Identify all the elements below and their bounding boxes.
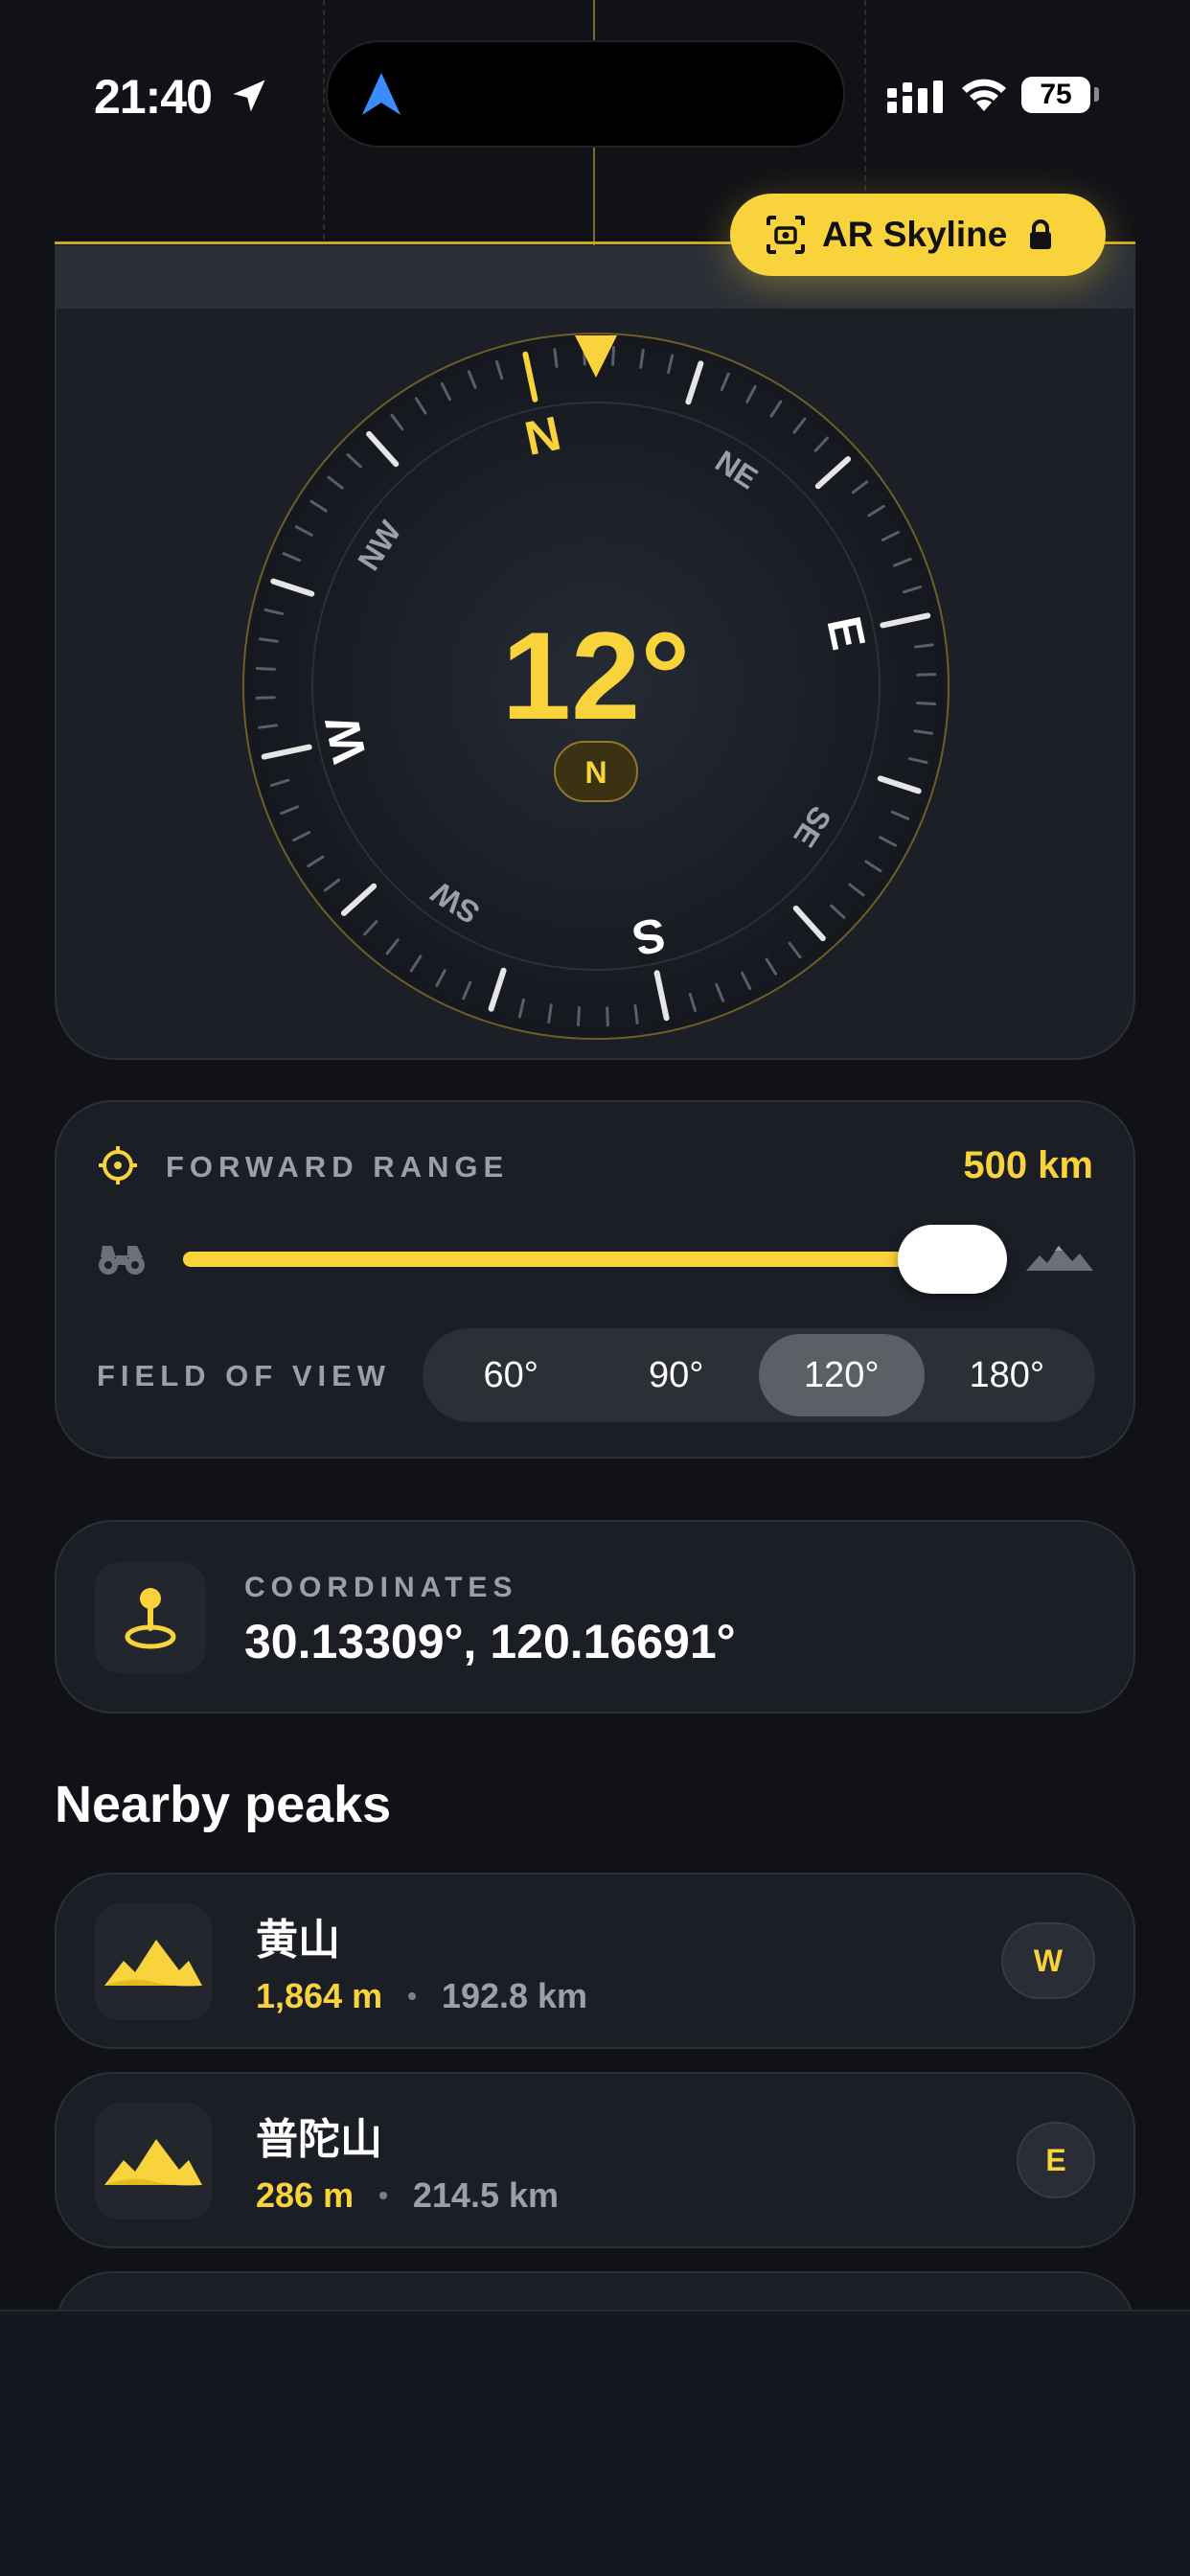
peak-name: 普陀山 xyxy=(256,2116,382,2163)
status-bar: 21:40 75 xyxy=(0,0,1190,192)
compass-tick xyxy=(916,673,937,677)
location-arrow-icon xyxy=(233,80,265,112)
peak-meta: 286 m • 214.5 km xyxy=(256,2175,559,2216)
coordinates-label: COORDINATES xyxy=(244,1572,518,1603)
peak-icon-box xyxy=(95,2103,212,2220)
separator-dot: • xyxy=(407,1981,417,2011)
mountains-icon xyxy=(1026,1246,1093,1271)
peak-distance: 214.5 km xyxy=(412,2175,560,2215)
bottom-bar xyxy=(0,2310,1190,2576)
battery-cap xyxy=(1094,87,1099,102)
fov-option-120[interactable]: 120° xyxy=(759,1334,925,1416)
field-of-view-label: FIELD OF VIEW xyxy=(97,1359,392,1392)
range-slider-track[interactable] xyxy=(183,1252,1007,1267)
coordinates-value: 30.13309°, 120.16691° xyxy=(244,1615,736,1668)
cellular-signal-icon xyxy=(887,80,943,113)
coordinates-icon-box xyxy=(95,1562,206,1673)
navigation-arrow-icon xyxy=(361,73,401,115)
separator-dot: • xyxy=(378,2180,388,2210)
peak-elevation: 1,864 m xyxy=(256,1976,383,2015)
peak-direction-badge: E xyxy=(1017,2122,1095,2198)
compass-dial[interactable]: NNEESESSWWNW 12° N xyxy=(57,309,1137,1060)
range-slider-fill xyxy=(183,1252,952,1267)
field-of-view-selector: 60° 90° 120° 180° xyxy=(423,1328,1095,1422)
compass-tick xyxy=(255,666,276,671)
fov-option-90[interactable]: 90° xyxy=(594,1334,760,1416)
heading-value: 12° xyxy=(502,606,691,746)
location-pin-icon xyxy=(125,1588,176,1649)
peak-card[interactable]: 黄山 1,864 m • 192.8 km W xyxy=(55,1873,1135,2049)
forward-range-title: FORWARD RANGE xyxy=(166,1150,510,1184)
compass-tick xyxy=(916,702,937,706)
compass-tick xyxy=(611,345,616,366)
lock-icon xyxy=(1030,219,1052,249)
peak-elevation: 286 m xyxy=(256,2175,355,2215)
fov-option-180[interactable]: 180° xyxy=(925,1334,1090,1416)
peak-distance: 192.8 km xyxy=(441,1976,588,2015)
ar-skyline-label: AR Skyline xyxy=(822,215,1008,254)
peak-meta: 1,864 m • 192.8 km xyxy=(256,1976,587,2016)
heading-badge-label: N xyxy=(584,755,606,790)
compass-tick xyxy=(606,1006,609,1027)
ar-camera-icon xyxy=(767,216,805,254)
peak-card[interactable]: 普陀山 286 m • 214.5 km E xyxy=(55,2072,1135,2248)
battery-level: 75 xyxy=(1021,77,1090,113)
mountains-icon xyxy=(104,2139,202,2186)
binoculars-icon xyxy=(99,1246,145,1275)
crosshair-icon xyxy=(99,1146,137,1184)
forward-range-card: FORWARD RANGE 500 km FIELD OF VIEW 60° 9… xyxy=(55,1100,1135,1459)
mountains-icon xyxy=(104,1940,202,1987)
compass-tick xyxy=(576,1006,581,1027)
peak-name: 黄山 xyxy=(256,1917,340,1964)
app-screen: 21:40 75 AR Skyline N NE E SE S SW W NW … xyxy=(0,0,1190,2576)
peak-direction-badge: W xyxy=(1001,1922,1095,1999)
dynamic-island xyxy=(326,40,845,148)
coordinates-card[interactable]: COORDINATES 30.13309°, 120.16691° xyxy=(55,1520,1135,1714)
forward-range-value: 500 km xyxy=(963,1144,1093,1186)
compass-card: N NE E SE S SW W NW 12° N xyxy=(55,309,1135,1060)
fov-option-60[interactable]: 60° xyxy=(428,1334,594,1416)
ar-skyline-button[interactable]: AR Skyline xyxy=(730,194,1106,276)
status-time: 21:40 xyxy=(94,70,213,124)
compass-tick xyxy=(255,696,276,700)
wifi-icon xyxy=(962,79,1006,111)
range-slider-thumb[interactable] xyxy=(898,1225,1007,1294)
peak-icon-box xyxy=(95,1903,212,2020)
nearby-peaks-title: Nearby peaks xyxy=(55,1776,392,1833)
